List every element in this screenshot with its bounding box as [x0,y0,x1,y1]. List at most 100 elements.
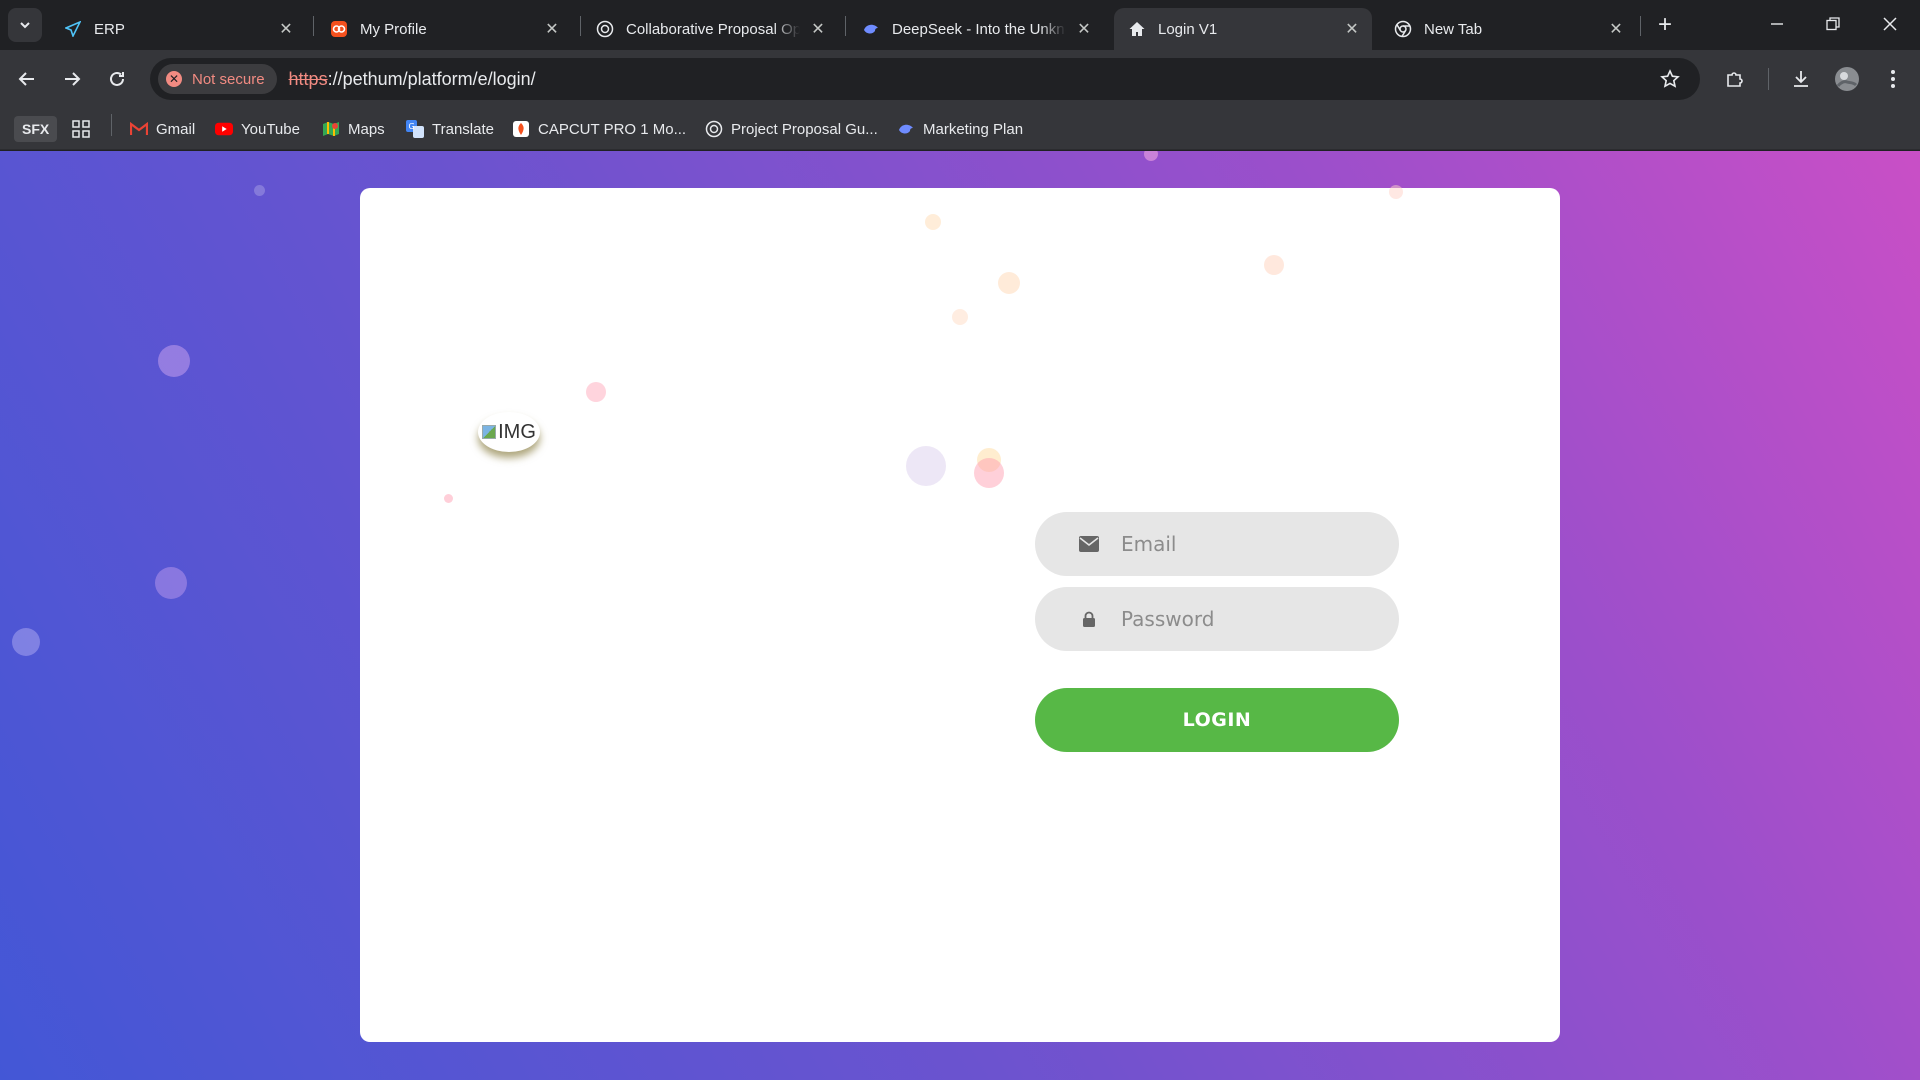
tab-title: DeepSeek - Into the Unknown [892,20,1066,38]
login-card: IMG LOGIN [360,185,1560,1042]
security-chip-label: Not secure [192,70,265,88]
paper-plane-icon [64,20,82,38]
bookmark-marketing-plan[interactable]: Marketing Plan [897,116,1023,142]
tab-separator [845,16,846,36]
url-path: ://pethum/platform/e/login/ [327,68,536,89]
new-tab-button[interactable]: + [1650,10,1680,40]
minimize-icon [1771,23,1783,25]
bookmark-star-button[interactable] [1654,63,1686,95]
bookmark-label: Gmail [156,120,196,138]
email-field[interactable] [1035,512,1399,576]
tab-title: My Profile [360,20,427,38]
tab-collaborative-proposal[interactable]: Collaborative Proposal Opt ✕ [582,8,838,50]
bookmark-label: SFX [22,121,50,137]
bookmark-label: Maps [348,120,385,138]
bookmark-label: CAPCUT PRO 1 Mo... [538,120,687,138]
bookmark-youtube[interactable]: YouTube [215,116,300,142]
url-text[interactable]: https://pethum/platform/e/login/ [289,69,536,90]
menu-button[interactable] [1876,62,1910,96]
close-icon[interactable]: ✕ [1074,19,1094,39]
close-icon[interactable]: ✕ [276,19,296,39]
forward-button[interactable] [55,62,89,96]
svg-text:G: G [409,122,415,131]
back-button[interactable] [10,62,44,96]
bookmark-project-proposal[interactable]: Project Proposal Gu... [705,116,878,142]
decorative-bubble [998,272,1020,294]
bookmarks-bar: SFX Gmail YouTube Maps G Translate CAPCU… [0,108,1920,150]
bookmark-gmail[interactable]: Gmail [130,116,195,142]
bookmark-maps[interactable]: Maps [322,116,385,142]
password-field[interactable] [1035,587,1399,651]
close-window-button[interactable] [1862,0,1918,48]
decorative-bubble [906,446,946,486]
profile-button[interactable] [1830,62,1864,96]
decorative-bubble [586,382,606,402]
apps-button[interactable] [72,116,98,142]
password-input[interactable] [1121,599,1381,639]
restore-button[interactable] [1805,0,1861,48]
downloads-button[interactable] [1784,62,1818,96]
logo-alt-text: IMG [498,420,536,443]
extensions-button[interactable] [1718,62,1752,96]
maps-icon [322,120,340,138]
chrome-icon [1394,20,1412,38]
tab-separator [580,16,581,36]
decorative-bubble [925,214,941,230]
envelope-icon [1077,536,1101,552]
translate-icon: G [406,120,424,138]
deepseek-whale-icon [862,20,880,38]
decorative-bubble [254,185,265,196]
decorative-bubble [1389,185,1403,199]
openai-icon [705,120,723,138]
chevron-down-icon [20,22,30,29]
broken-logo-image: IMG [478,412,540,452]
url-scheme: https [288,68,328,89]
bookmark-sfx[interactable]: SFX [14,116,58,142]
tab-login-v1[interactable]: Login V1 ✕ [1114,8,1372,50]
minimize-button[interactable] [1749,0,1805,48]
apps-grid-icon [72,120,90,138]
arrow-left-icon [18,72,34,86]
bookmark-translate[interactable]: G Translate [406,116,494,142]
close-icon[interactable]: ✕ [1342,19,1362,39]
close-icon[interactable]: ✕ [542,19,562,39]
bookmark-label: Marketing Plan [923,120,1024,138]
tab-new-tab[interactable]: New Tab ✕ [1380,8,1636,50]
decorative-bubble [1264,255,1284,275]
tab-search-button[interactable] [8,8,42,42]
reload-button[interactable] [100,62,134,96]
bookmark-label: YouTube [241,120,300,138]
tab-separator [1640,16,1641,36]
tab-my-profile[interactable]: My Profile ✕ [316,8,572,50]
deepseek-whale-icon [897,120,915,138]
bookmarks-separator [111,114,112,136]
bookmark-capcut[interactable]: CAPCUT PRO 1 Mo... [512,116,686,142]
tab-title: New Tab [1424,20,1483,38]
email-input[interactable] [1121,524,1381,564]
tab-deepseek[interactable]: DeepSeek - Into the Unknown ✕ [848,8,1104,50]
address-bar[interactable]: ✕ Not secure https://pethum/platform/e/l… [150,58,1700,100]
decorative-bubble [12,628,40,656]
browser-toolbar: ✕ Not secure https://pethum/platform/e/l… [0,50,1920,108]
tab-erp[interactable]: ERP ✕ [50,8,306,50]
more-vert-icon [1891,70,1895,88]
decorative-bubble [158,345,190,377]
login-button[interactable]: LOGIN [1035,688,1399,752]
tab-strip: ERP ✕ My Profile ✕ Collaborative Proposa… [0,0,1920,50]
star-icon [1660,69,1680,88]
tab-separator [313,16,314,36]
lock-icon [1077,611,1101,627]
capcut-icon [512,120,530,138]
close-icon [1883,17,1897,31]
tab-title: ERP [94,20,125,38]
orange-app-icon [330,20,348,38]
youtube-icon [215,120,233,138]
avatar-icon [1835,67,1859,91]
close-icon[interactable]: ✕ [808,19,828,39]
close-icon[interactable]: ✕ [1606,19,1626,39]
tab-title: Login V1 [1158,20,1218,38]
broken-image-icon [482,425,497,439]
gmail-icon [130,120,148,138]
security-chip[interactable]: ✕ Not secure [158,64,277,94]
plus-icon: + [1657,11,1672,38]
